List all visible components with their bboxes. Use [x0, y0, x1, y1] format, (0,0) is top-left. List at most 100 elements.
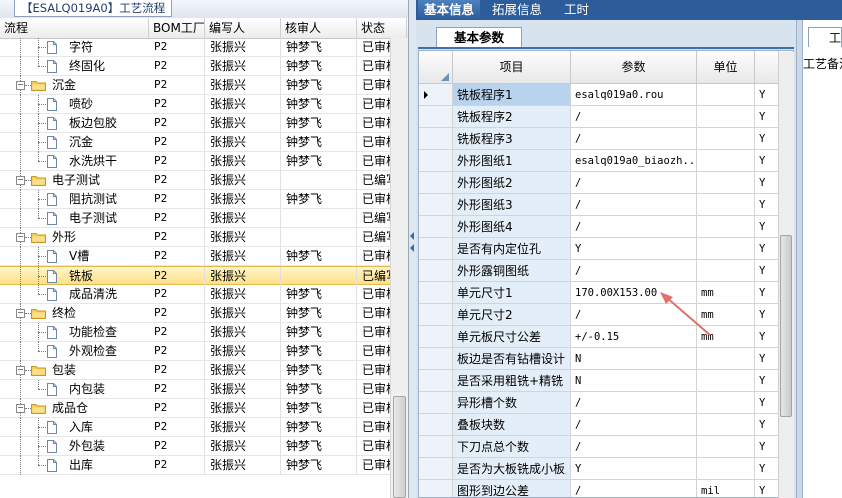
param-row[interactable]: 是否有内定位孔 Y Y — [419, 238, 779, 260]
table-row[interactable]: 内包装 P2 张振兴 钟梦飞 已审核 — [0, 380, 408, 399]
param-row[interactable]: 是否采用粗铣+精铣 N Y — [419, 370, 779, 392]
param-row[interactable]: 铣板程序3/ Y — [419, 128, 779, 150]
param-value-cell[interactable]: / — [571, 216, 697, 238]
param-unit-cell[interactable] — [697, 238, 755, 260]
table-row[interactable]: 板边包胶 P2 张振兴 钟梦飞 已审核 — [0, 114, 408, 133]
row-indicator[interactable] — [419, 84, 453, 106]
col-header-reviewer[interactable]: 核审人 — [281, 18, 357, 38]
param-value-cell[interactable]: / — [571, 392, 697, 414]
table-row[interactable]: − 沉金 P2 张振兴 钟梦飞 已审核 — [0, 76, 408, 95]
tree-expander-icon[interactable]: − — [16, 176, 25, 185]
row-indicator[interactable] — [419, 348, 453, 370]
param-unit-cell[interactable]: mil — [697, 480, 755, 497]
param-flag-cell[interactable]: Y — [755, 172, 779, 194]
table-row[interactable]: − 电子测试 P2 张振兴 已编写 — [0, 171, 408, 190]
param-unit-cell[interactable] — [697, 348, 755, 370]
param-value-cell[interactable]: N — [571, 348, 697, 370]
col-header-writer[interactable]: 编写人 — [205, 18, 281, 38]
table-row[interactable]: 成品清洗 P2 张振兴 钟梦飞 已审核 — [0, 285, 408, 304]
tree-expander-icon[interactable]: − — [16, 81, 25, 90]
row-indicator[interactable] — [419, 194, 453, 216]
tree-expander-icon[interactable]: − — [16, 309, 25, 318]
table-row[interactable]: 喷砂 P2 张振兴 钟梦飞 已审核 — [0, 95, 408, 114]
row-indicator[interactable] — [419, 260, 453, 282]
row-indicator[interactable] — [419, 370, 453, 392]
row-indicator[interactable] — [419, 304, 453, 326]
row-indicator[interactable] — [419, 392, 453, 414]
param-flag-cell[interactable]: Y — [755, 106, 779, 128]
row-indicator[interactable] — [419, 172, 453, 194]
param-flag-cell[interactable]: Y — [755, 216, 779, 238]
param-row[interactable]: 外形图纸3/ Y — [419, 194, 779, 216]
table-row[interactable]: 电子测试 P2 张振兴 已编写 — [0, 209, 408, 228]
row-indicator[interactable] — [419, 326, 453, 348]
param-row[interactable]: 外形露铜图纸 / Y — [419, 260, 779, 282]
param-flag-cell[interactable]: Y — [755, 84, 779, 106]
param-row[interactable]: 铣板程序1 esalq019a0.rou Y — [419, 84, 779, 106]
table-row[interactable]: 阻抗测试 P2 张振兴 钟梦飞 已审核 — [0, 190, 408, 209]
tab-basic-params[interactable]: 基本参数 — [436, 27, 522, 48]
process-table-scroll-thumb[interactable] — [393, 396, 406, 498]
table-row[interactable]: − 成品仓 P2 张振兴 钟梦飞 已审核 — [0, 399, 408, 418]
param-row[interactable]: 外形图纸1 esalq019a0_biaozh... Y — [419, 150, 779, 172]
param-value-cell[interactable]: / — [571, 260, 697, 282]
param-flag-cell[interactable]: Y — [755, 194, 779, 216]
param-unit-cell[interactable] — [697, 128, 755, 150]
process-flow-tab[interactable]: 【ESALQ019A0】工艺流程 — [14, 0, 173, 17]
param-flag-cell[interactable]: Y — [755, 238, 779, 260]
param-unit-cell[interactable] — [697, 106, 755, 128]
param-row[interactable]: 图形到边公差 / mil Y — [419, 480, 779, 497]
param-flag-cell[interactable]: Y — [755, 436, 779, 458]
param-flag-cell[interactable]: Y — [755, 150, 779, 172]
table-row[interactable]: 入库 P2 张振兴 钟梦飞 已审核 — [0, 418, 408, 437]
collapse-left-arrow-icon[interactable] — [410, 232, 414, 240]
param-unit-cell[interactable] — [697, 414, 755, 436]
param-flag-cell[interactable]: Y — [755, 480, 779, 497]
row-indicator[interactable] — [419, 282, 453, 304]
param-unit-cell[interactable] — [697, 392, 755, 414]
table-row[interactable]: 功能检查 P2 张振兴 钟梦飞 已审核 — [0, 323, 408, 342]
param-value-cell[interactable]: Y — [571, 458, 697, 480]
table-row[interactable]: 终固化 P2 张振兴 钟梦飞 已审核 — [0, 57, 408, 76]
table-row[interactable]: 出库 P2 张振兴 钟梦飞 已审核 — [0, 456, 408, 475]
param-value-cell[interactable]: / — [571, 194, 697, 216]
tab-basic-info[interactable]: 基本信息 — [418, 0, 481, 20]
table-row[interactable]: 外包装 P2 张振兴 钟梦飞 已审核 — [0, 437, 408, 456]
param-value-cell[interactable]: Y — [571, 238, 697, 260]
param-unit-cell[interactable] — [697, 458, 755, 480]
grid-header-flag[interactable] — [755, 51, 779, 84]
param-row[interactable]: 外形图纸2/ Y — [419, 172, 779, 194]
row-indicator[interactable] — [419, 216, 453, 238]
param-flag-cell[interactable]: Y — [755, 326, 779, 348]
param-row[interactable]: 铣板程序2/ Y — [419, 106, 779, 128]
col-header-flow[interactable]: 流程 — [0, 18, 149, 38]
param-unit-cell[interactable] — [697, 150, 755, 172]
param-value-cell[interactable]: / — [571, 106, 697, 128]
param-flag-cell[interactable]: Y — [755, 128, 779, 150]
row-indicator[interactable] — [419, 106, 453, 128]
table-row-selected[interactable]: 铣板 P2 张振兴 已编写 — [0, 266, 408, 286]
table-row[interactable]: − 终检 P2 张振兴 钟梦飞 已审核 — [0, 304, 408, 323]
params-grid-scroll-thumb[interactable] — [780, 235, 792, 417]
param-row[interactable]: 叠板块数 / Y — [419, 414, 779, 436]
param-row[interactable]: 外形图纸4/ Y — [419, 216, 779, 238]
table-row[interactable]: − 包装 P2 张振兴 钟梦飞 已审核 — [0, 361, 408, 380]
param-value-cell[interactable]: N — [571, 370, 697, 392]
param-flag-cell[interactable]: Y — [755, 414, 779, 436]
row-indicator[interactable] — [419, 128, 453, 150]
param-flag-cell[interactable]: Y — [755, 282, 779, 304]
grid-header-unit[interactable]: 单位 — [697, 51, 755, 84]
param-value-cell[interactable]: / — [571, 436, 697, 458]
param-unit-cell[interactable] — [697, 194, 755, 216]
collapse-left-arrow-icon-2[interactable] — [410, 244, 414, 252]
param-value-cell[interactable]: / — [571, 414, 697, 436]
row-indicator[interactable] — [419, 458, 453, 480]
table-row[interactable]: V槽 P2 张振兴 钟梦飞 已审核 — [0, 247, 408, 266]
param-unit-cell[interactable] — [697, 260, 755, 282]
table-row[interactable]: 字符 P2 张振兴 钟梦飞 已审核 — [0, 38, 408, 57]
grid-header-item[interactable]: 项目 — [453, 51, 571, 84]
param-row[interactable]: 单元尺寸1 170.00X153.00 mm Y — [419, 282, 779, 304]
table-row[interactable]: 外观检查 P2 张振兴 钟梦飞 已审核 — [0, 342, 408, 361]
tree-expander-icon[interactable]: − — [16, 366, 25, 375]
param-unit-cell[interactable] — [697, 172, 755, 194]
